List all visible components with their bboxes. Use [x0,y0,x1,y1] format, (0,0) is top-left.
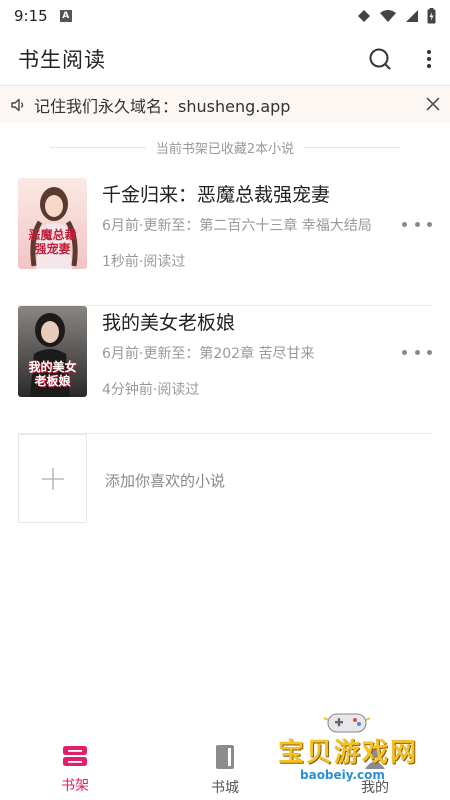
dot [402,221,407,227]
signal-diamond-icon [358,10,370,22]
book-update-info: 6月前·更新至：第二百六十三章 幸福大结局 [102,218,372,234]
book-cover[interactable]: 我的美女 老板娘 [18,306,87,397]
dot [414,349,420,355]
app-title: 书生阅读 [18,47,106,72]
book-last-read: 4分钟前·阅读过 [102,382,200,398]
book-item[interactable]: 我的美女 老板娘 我的美女老板娘 6月前·更新至：第202章 苦尽甘来 4分钟前… [18,306,432,434]
shelf-count-text: 当前书架已收藏2本小说 [155,141,295,157]
status-bar: 9:15 A [0,0,450,32]
book-title: 千金归来：恶魔总裁强宠妻 [102,184,331,206]
notice-close-button[interactable] [426,96,440,115]
watermark: 宝贝游戏网 baobeiy.com [270,708,430,800]
divider-left [49,146,146,148]
status-time: 9:15 [14,7,48,25]
book-cover[interactable]: 恶魔总裁 强宠妻 [18,178,87,269]
app-bar: 书生阅读 [0,32,450,86]
status-icons [357,8,436,24]
watermark-text: 宝贝游戏网 [278,738,419,768]
book-item[interactable]: 恶魔总裁 强宠妻 千金归来：恶魔总裁强宠妻 6月前·更新至：第二百六十三章 幸福… [18,178,432,306]
plus-icon [41,467,64,490]
book-title: 我的美女老板娘 [102,312,236,334]
shelf-count: 当前书架已收藏2本小说 [0,132,450,162]
dot [427,221,432,227]
cell-signal-icon [406,10,418,22]
bookshelf-icon [63,746,87,766]
book-cover-title: 我的美女 老板娘 [28,360,77,388]
notice-text: 记住我们永久域名：shusheng.app [34,97,291,116]
add-book-button[interactable] [18,434,87,523]
add-book-label[interactable]: 添加你喜欢的小说 [105,470,225,491]
book-last-read: 1秒前·阅读过 [102,254,186,270]
divider-right [304,146,401,148]
dot [414,221,420,227]
search-button[interactable] [368,47,392,71]
dot [402,349,407,355]
book-more-button[interactable] [402,342,432,362]
dot [427,349,432,355]
domain-notice: 记住我们永久域名：shusheng.app [0,87,450,123]
more-vertical-icon [427,49,431,68]
wifi-icon [380,10,396,22]
more-menu-button[interactable] [426,49,432,69]
nav-tab-bookshelf[interactable]: 书架 [0,738,150,800]
watermark-url: baobeiy.com [300,768,385,782]
book-update-info: 6月前·更新至：第202章 苦尽甘来 [102,346,315,362]
close-icon [426,97,440,110]
nav-label-bookstore: 书城 [211,780,239,796]
book-icon [216,745,234,769]
notification-a-icon: A [59,10,72,22]
book-cover-title: 恶魔总裁 强宠妻 [28,228,77,256]
nav-label-bookshelf: 书架 [61,778,89,794]
battery-icon [427,8,436,24]
speaker-icon [11,98,24,112]
search-icon [369,48,391,69]
book-more-button[interactable] [402,214,432,234]
app-actions [368,47,432,71]
